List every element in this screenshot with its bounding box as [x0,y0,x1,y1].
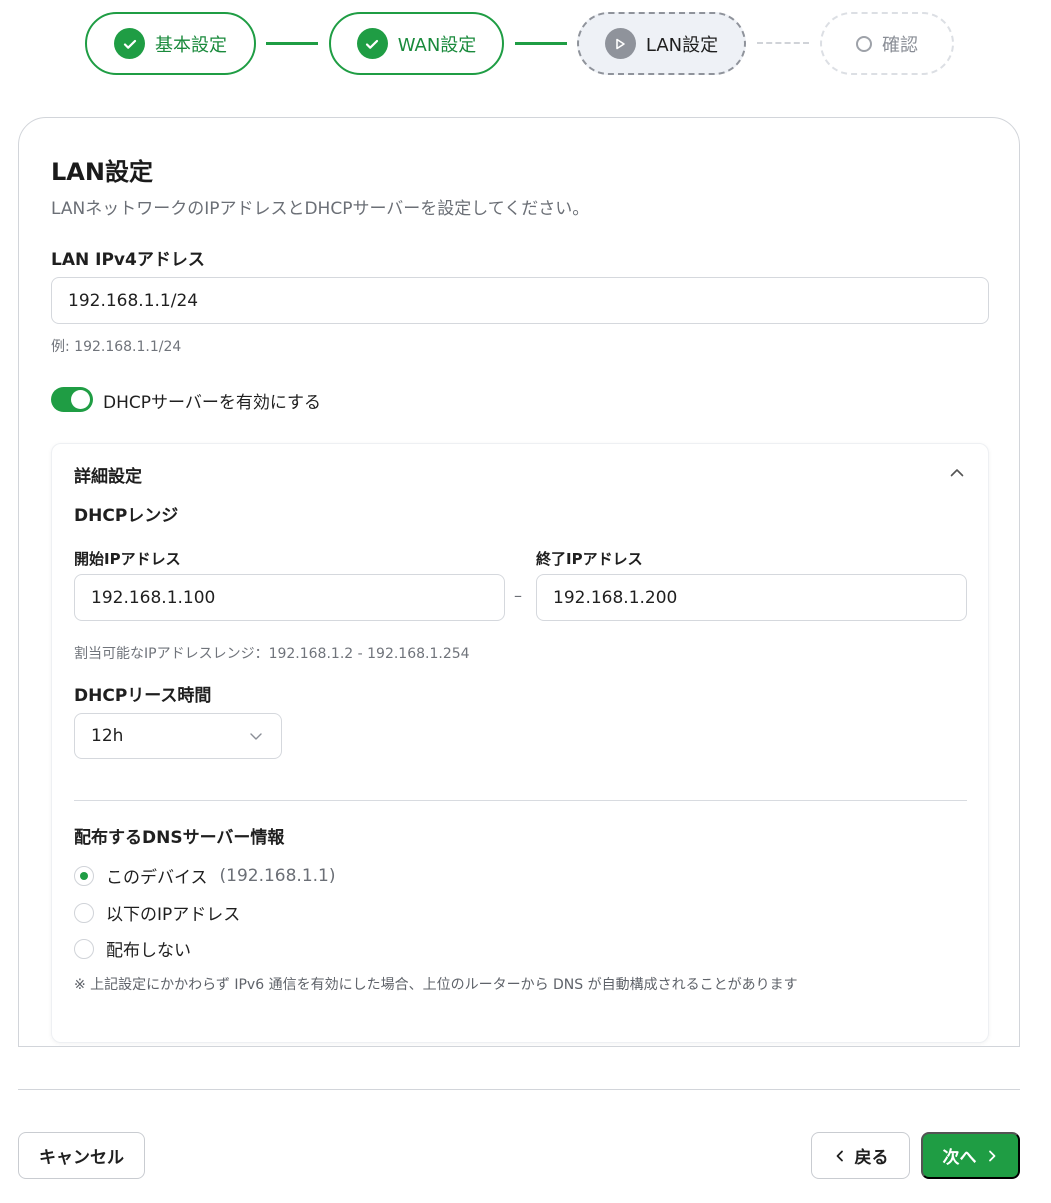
circle-icon [856,35,872,52]
radio-button[interactable] [74,902,94,923]
page-title: LAN設定 [51,158,153,186]
dhcp-range-title: DHCPレンジ [74,506,179,526]
chevron-left-icon [836,1150,843,1161]
step-label: WAN設定 [397,34,477,56]
dhcp-server-toggle[interactable] [51,387,93,412]
play-icon [604,28,636,59]
step-label: 基本設定 [155,34,227,56]
dns-option-custom-ip[interactable]: 以下のIPアドレス [74,900,240,925]
step-label: 確認 [882,34,918,56]
step-connector [515,42,567,45]
lan-settings-card: LAN設定 LANネットワークのIPアドレスとDHCPサーバーを設定してください… [18,117,1020,1047]
end-ip-input[interactable]: 192.168.1.200 [536,574,967,621]
cancel-label: キャンセル [39,1148,124,1168]
end-ip-label: 終了IPアドレス [536,550,643,568]
dns-footnote: ※ 上記設定にかかわらず IPv6 通信を有効にした場合、上位のルーターから D… [74,977,798,993]
step-confirm: 確認 [820,12,954,75]
wizard-stepper: 基本設定 WAN設定 LAN設定 確認 [0,0,1051,90]
start-ip-input[interactable]: 192.168.1.100 [74,574,505,621]
radio-label: 以下のIPアドレス [106,905,241,925]
step-wan-settings[interactable]: WAN設定 [329,12,504,75]
range-separator: – [514,586,522,605]
page-subtitle: LANネットワークのIPアドレスとDHCPサーバーを設定してください。 [51,199,590,219]
footer-divider [18,1089,1020,1090]
dhcp-toggle-label: DHCPサーバーを有効にする [103,393,321,413]
step-connector [266,42,318,45]
dns-option-this-device[interactable]: このデバイス (192.168.1.1) [74,863,336,888]
back-button[interactable]: 戻る [811,1132,910,1179]
step-connector [757,42,809,44]
ipv4-address-input[interactable]: 192.168.1.1/24 [51,277,989,324]
start-ip-label: 開始IPアドレス [74,550,181,568]
radio-button[interactable] [74,938,94,959]
advanced-settings-title[interactable]: 詳細設定 [74,462,142,487]
section-divider [74,800,967,801]
ipv4-hint: 例: 192.168.1.1/24 [51,339,182,355]
lease-time-select[interactable]: 12h [74,713,282,759]
check-icon [356,28,388,59]
step-basic-settings[interactable]: 基本設定 [85,12,256,75]
lease-time-value: 12h [91,726,124,746]
advanced-settings-panel: 詳細設定 DHCPレンジ 開始IPアドレス 192.168.1.100 – 終了… [51,443,989,1043]
lease-time-title: DHCPリース時間 [74,686,212,706]
check-icon [114,28,145,59]
ipv4-label: LAN IPv4アドレス [51,250,205,270]
step-lan-settings: LAN設定 [577,12,746,75]
toggle-knob [71,390,90,409]
radio-label: 配布しない [106,941,191,961]
back-label: 戻る [854,1148,889,1168]
dns-info-title: 配布するDNSサーバー情報 [74,828,285,848]
radio-button[interactable] [74,865,94,886]
dhcp-range-hint: 割当可能なIPアドレスレンジ：192.168.1.2 - 192.168.1.2… [74,646,470,662]
step-label: LAN設定 [645,34,719,56]
next-button[interactable]: 次へ [921,1132,1020,1179]
next-label: 次へ [942,1148,977,1168]
dns-option-none[interactable]: 配布しない [74,936,191,961]
chevron-right-icon [988,1150,995,1161]
radio-label: このデバイス [106,868,208,888]
chevron-down-icon [250,733,262,740]
cancel-button[interactable]: キャンセル [18,1132,145,1179]
radio-note: (192.168.1.1) [219,865,336,886]
chevron-up-icon[interactable] [948,464,966,482]
